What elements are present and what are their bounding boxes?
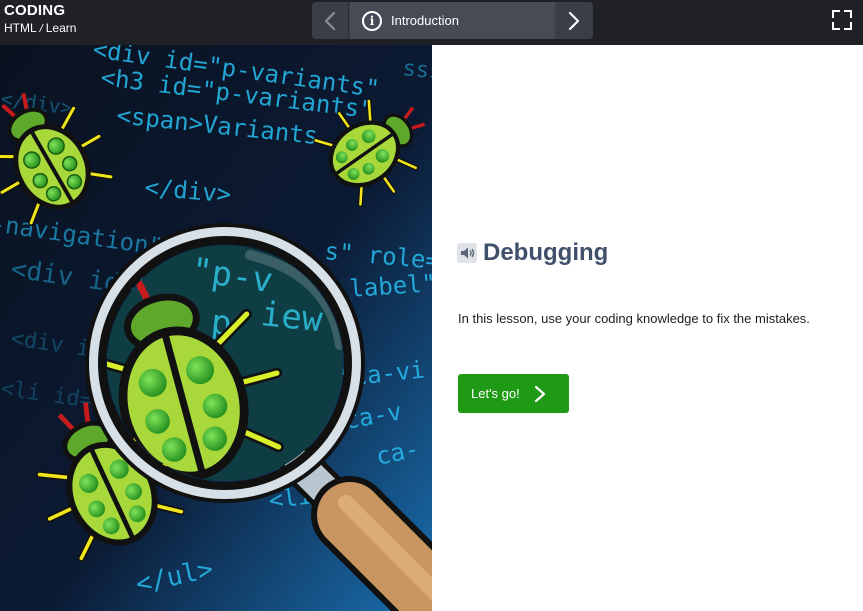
breadcrumb-separator: / <box>39 23 43 35</box>
brand: CODING HTML / Learn <box>4 2 76 37</box>
lesson-content-panel: Debugging In this lesson, use your codin… <box>432 45 863 611</box>
lesson-heading-row: Debugging <box>457 239 608 267</box>
lesson-description: In this lesson, use your coding knowledg… <box>458 311 810 326</box>
breadcrumb-section: Learn <box>45 21 77 35</box>
lets-go-label: Let's go! <box>471 386 520 401</box>
previous-lesson-button[interactable] <box>312 2 349 39</box>
top-bar: CODING HTML / Learn i Introduction <box>0 0 863 45</box>
chevron-right-icon <box>534 385 545 402</box>
current-lesson-title: Introduction <box>391 13 459 28</box>
breadcrumb-course[interactable]: HTML <box>4 21 37 36</box>
lets-go-button[interactable]: Let's go! <box>458 374 569 413</box>
lesson-title: Debugging <box>483 239 609 266</box>
svg-text:iew: iew <box>259 294 325 340</box>
lesson-navigator: i Introduction <box>312 2 593 39</box>
lesson-title-dropdown[interactable]: i Introduction <box>350 2 555 39</box>
speaker-icon[interactable] <box>457 243 477 263</box>
code-line: label" <box>348 269 432 303</box>
fullscreen-icon[interactable] <box>831 9 853 31</box>
next-lesson-button[interactable] <box>555 2 593 39</box>
lesson-illustration: <div id="p-variants" <h3 id="p-variants"… <box>0 45 432 611</box>
info-circle-icon: i <box>362 10 382 31</box>
chevron-right-icon <box>568 11 580 30</box>
app-title: CODING <box>4 2 66 19</box>
breadcrumb: HTML / Learn <box>4 21 76 37</box>
chevron-left-icon <box>324 11 336 30</box>
